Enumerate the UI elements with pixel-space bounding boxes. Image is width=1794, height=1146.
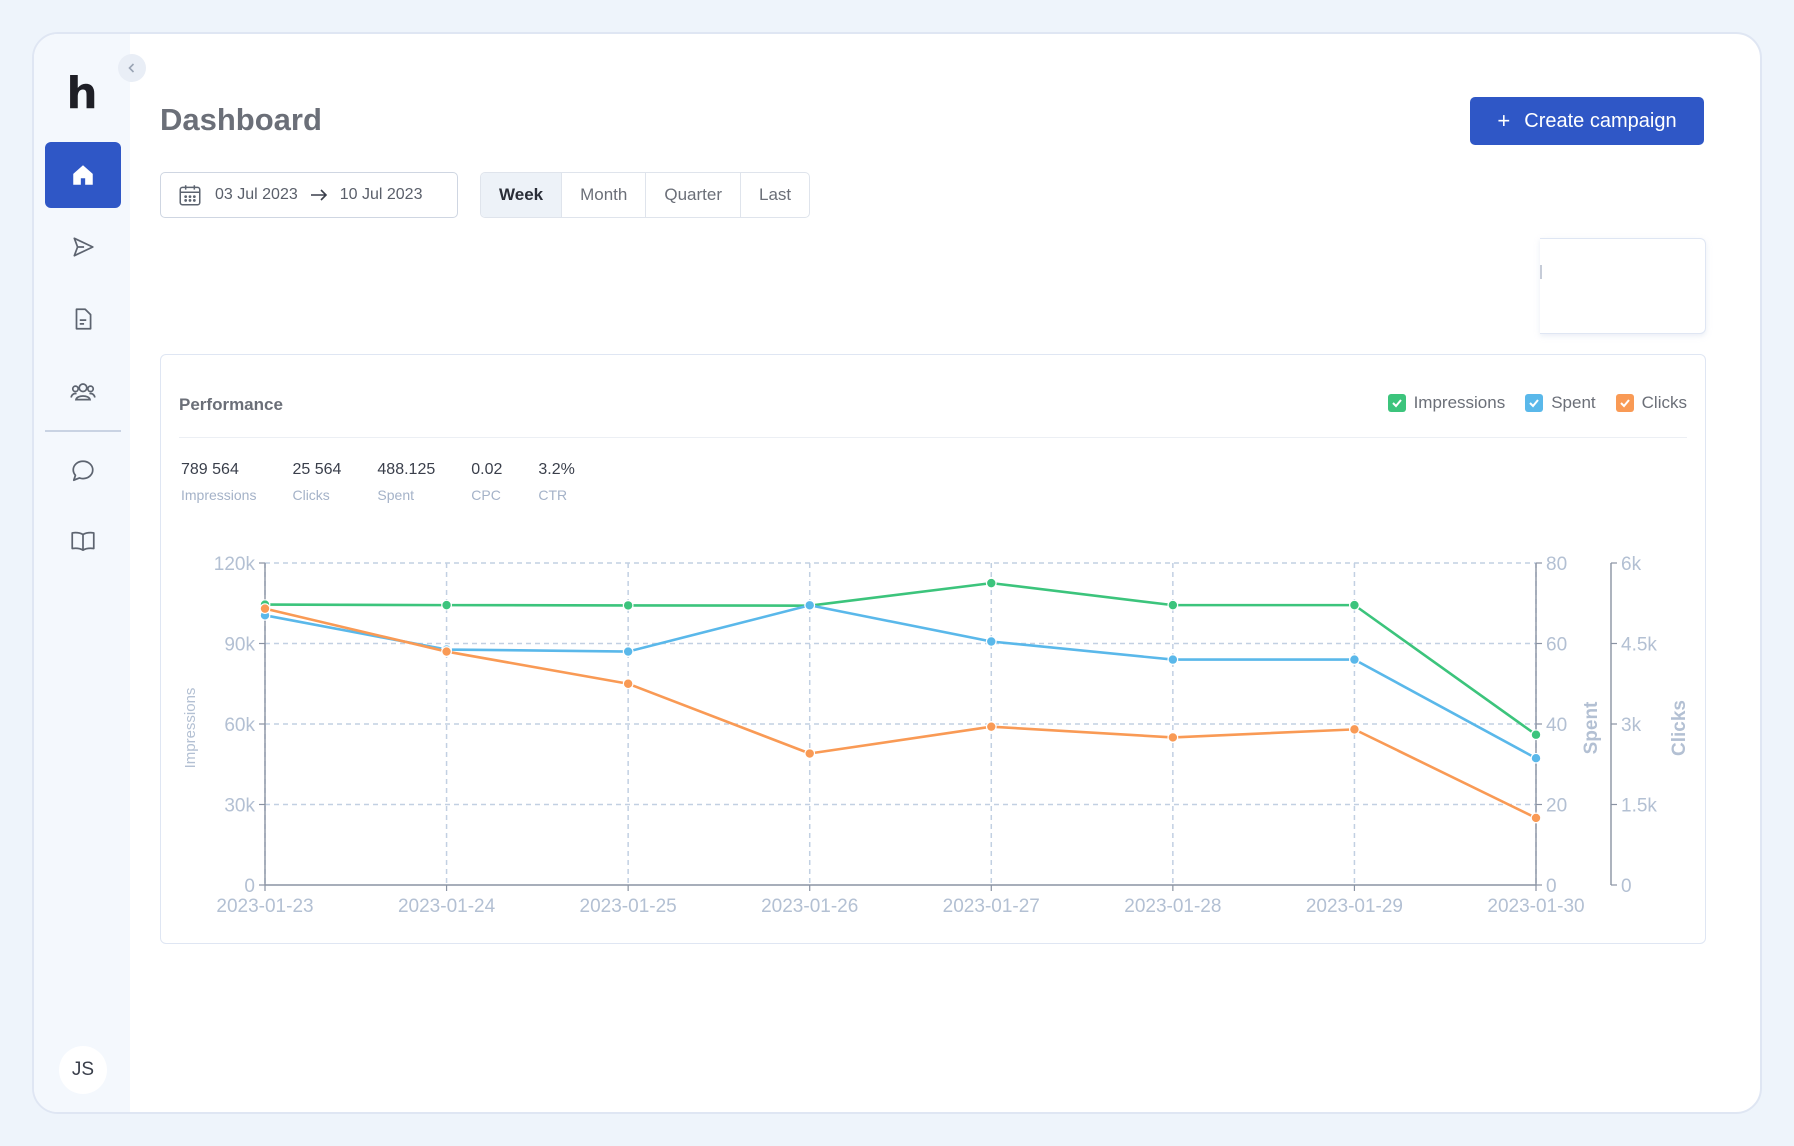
- y-tick-label-impressions: 60k: [224, 715, 255, 736]
- user-avatar[interactable]: JS: [59, 1046, 107, 1094]
- book-icon: [71, 531, 95, 552]
- users-icon: [70, 383, 96, 401]
- chat-icon: [72, 460, 94, 482]
- nav-audience[interactable]: [45, 358, 121, 424]
- y-axis-title-impressions: Impressions: [182, 688, 199, 769]
- data-point-clicks: [259, 603, 271, 615]
- x-tick-label: 2023-01-24: [398, 896, 496, 917]
- data-point-spent: [622, 646, 634, 657]
- data-point-impressions: [441, 599, 452, 611]
- y-axis-title-clicks: Clicks: [1669, 700, 1690, 756]
- data-point-impressions: [985, 577, 997, 589]
- series-line-clicks: [264, 607, 1537, 820]
- data-point-impressions: [622, 599, 634, 611]
- nav-reports[interactable]: [45, 286, 121, 352]
- series-line-spent: [264, 603, 1537, 760]
- data-point-clicks: [1349, 723, 1360, 735]
- side-card-marker: [1540, 265, 1542, 279]
- y-tick-label-impressions: 30k: [224, 796, 255, 817]
- arrow-right-icon: [310, 189, 327, 201]
- tab-week[interactable]: Week: [481, 173, 563, 217]
- y-tick-label-spent: 60: [1546, 635, 1567, 656]
- tab-quarter[interactable]: Quarter: [646, 173, 741, 217]
- nav-docs[interactable]: [45, 508, 121, 574]
- send-icon: [73, 237, 94, 257]
- period-selector: Week Month Quarter Last: [480, 172, 811, 218]
- chevron-left-icon: [128, 63, 135, 73]
- data-point-clicks: [1167, 732, 1179, 743]
- x-tick-label: 2023-01-26: [761, 896, 858, 917]
- home-icon: [73, 165, 93, 185]
- data-point-clicks: [1530, 812, 1542, 824]
- x-tick-label: 2023-01-28: [1124, 896, 1221, 917]
- data-point-clicks: [804, 748, 816, 759]
- create-campaign-label: Create campaign: [1524, 109, 1677, 132]
- performance-chart: 0 30k 60k 90k 120k 2023-01-23 2023-01-24 2023-0…: [182, 554, 1690, 917]
- x-tick-label: 2023-01-30: [1487, 896, 1584, 917]
- sidebar-collapse-button[interactable]: [118, 54, 146, 82]
- nav-campaigns[interactable]: [45, 214, 121, 280]
- data-point-impressions: [1167, 599, 1179, 611]
- data-point-spent: [804, 599, 816, 611]
- date-to: 10 Jul 2023: [339, 186, 423, 203]
- nav-divider: [45, 430, 121, 432]
- x-tick-label: 2023-01-29: [1306, 896, 1403, 917]
- y-tick-label-impressions: 120k: [214, 554, 256, 575]
- y-tick-label-clicks: 1.5k: [1621, 796, 1657, 817]
- date-range-picker[interactable]: 03 Jul 2023 10 Jul 2023: [160, 172, 458, 218]
- y-tick-label-spent: 0: [1546, 876, 1557, 897]
- document-icon: [75, 308, 92, 330]
- performance-card: Performance Impressions Spent Clicks 789…: [160, 354, 1706, 944]
- sidebar: h JS: [34, 34, 130, 1112]
- y-tick-label-impressions: 0: [244, 876, 255, 897]
- nav-support[interactable]: [45, 438, 121, 504]
- data-point-impressions: [1530, 729, 1542, 741]
- y-tick-label-spent: 80: [1546, 554, 1567, 575]
- calendar-icon: [179, 185, 201, 206]
- y-tick-label-clicks: 3k: [1621, 715, 1642, 736]
- nav-home[interactable]: [45, 142, 121, 208]
- x-tick-label: 2023-01-27: [943, 896, 1040, 917]
- y-tick-label-clicks: 6k: [1621, 554, 1642, 575]
- create-campaign-button[interactable]: + Create campaign: [1470, 97, 1704, 145]
- data-point-spent: [985, 636, 997, 647]
- y-tick-label-spent: 40: [1546, 715, 1567, 736]
- data-point-clicks: [622, 678, 634, 690]
- tab-month[interactable]: Month: [562, 173, 647, 217]
- side-card: [1540, 238, 1706, 334]
- data-point-spent: [1530, 752, 1542, 764]
- plus-icon: +: [1497, 108, 1511, 133]
- data-point-impressions: [1349, 599, 1360, 611]
- app-window: h JS Dashboard + Create campaign 03 Jul …: [32, 32, 1762, 1114]
- x-tick-label: 2023-01-23: [216, 896, 313, 917]
- y-tick-label-spent: 20: [1546, 796, 1567, 817]
- y-tick-label-impressions: 90k: [224, 635, 255, 656]
- y-axis-title-spent: Spent: [1581, 701, 1602, 754]
- x-tick-label: 2023-01-25: [580, 896, 677, 917]
- page-title: Dashboard: [160, 102, 322, 137]
- tab-last[interactable]: Last: [741, 173, 809, 217]
- data-point-spent: [1349, 654, 1360, 666]
- y-tick-label-clicks: 4.5k: [1621, 635, 1657, 656]
- app-logo: h: [66, 68, 98, 119]
- data-point-spent: [1167, 654, 1179, 666]
- date-from: 03 Jul 2023: [215, 186, 298, 203]
- y-tick-label-clicks: 0: [1621, 876, 1632, 897]
- data-point-clicks: [441, 646, 452, 657]
- data-point-clicks: [985, 721, 997, 733]
